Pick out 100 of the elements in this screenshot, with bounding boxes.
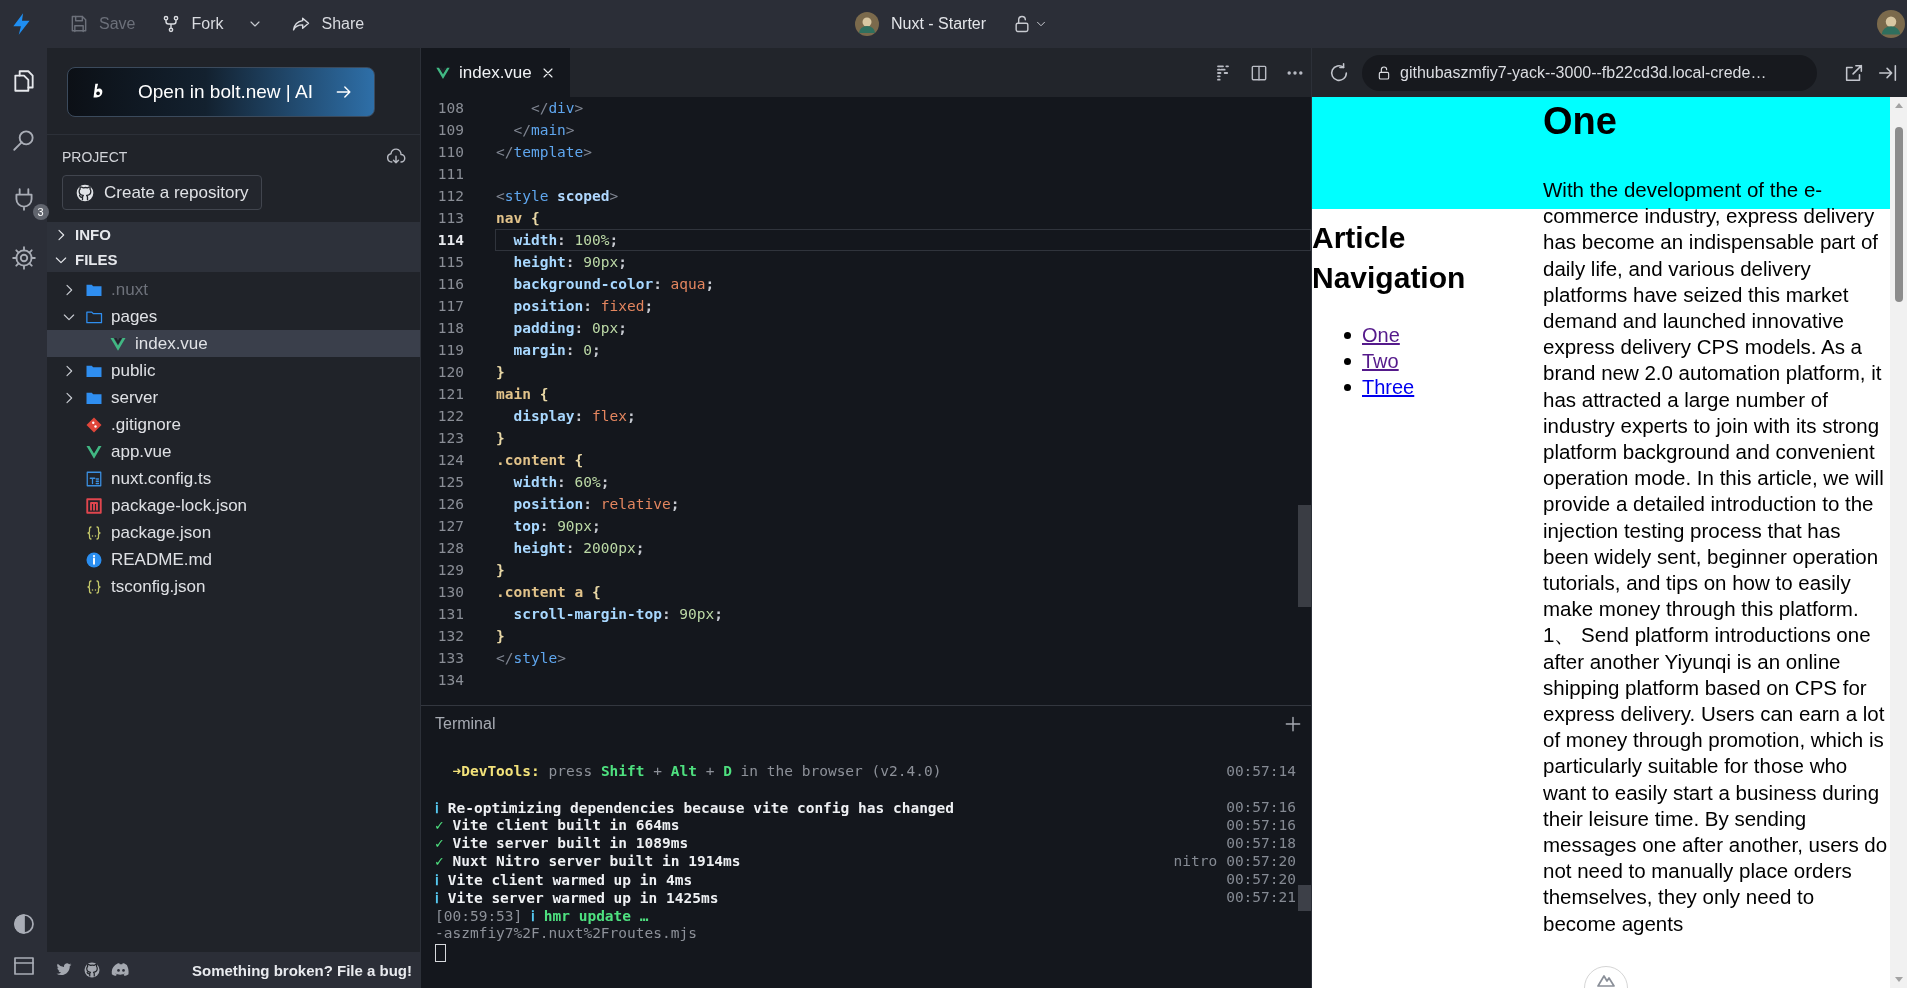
line-number: 117	[436, 298, 464, 314]
line-number: 122	[436, 408, 464, 424]
code-line: </div>	[529, 99, 585, 118]
open-in-bolt-button[interactable]: Open in bolt.new | AI	[67, 67, 375, 117]
line-number: 134	[436, 672, 464, 688]
terminal-line: ℹ Re-optimizing dependencies because vite config has changed	[435, 799, 956, 817]
contrast-icon[interactable]	[11, 912, 36, 936]
timestamp: 00:57:16	[1226, 817, 1296, 833]
terminal-line: [00:59:53] ℹ hmr update …	[435, 907, 650, 925]
code-line: padding: 0px;	[512, 319, 628, 338]
scrollbar-thumb[interactable]	[1894, 127, 1903, 302]
code-line: }	[495, 561, 506, 580]
line-number: 120	[436, 364, 464, 380]
line-number: 129	[436, 562, 464, 578]
tree-item[interactable]: nuxt.config.ts	[47, 465, 420, 492]
tree-item[interactable]: pages	[47, 303, 420, 330]
avatar-icon	[854, 12, 879, 36]
info-icon	[85, 550, 103, 569]
tree-item[interactable]: public	[47, 357, 420, 384]
code-line: }	[495, 627, 506, 646]
braces-icon	[85, 523, 103, 542]
terminal-line: ✓ Vite server built in 1089ms	[435, 835, 690, 851]
share-button[interactable]: Share	[281, 8, 375, 40]
line-number: 116	[436, 276, 464, 292]
fork-button[interactable]: Fork	[151, 8, 234, 40]
panel-icon[interactable]	[11, 954, 36, 978]
line-number: 118	[436, 320, 464, 336]
github-icon[interactable]	[83, 961, 101, 979]
timestamp: 00:57:14	[1226, 763, 1296, 779]
log-tag: nitro	[1173, 853, 1218, 869]
tree-item[interactable]: index.vue	[47, 330, 420, 357]
git-icon	[85, 415, 103, 434]
timestamp: 00:57:20	[1226, 853, 1296, 869]
panel-title: Terminal	[435, 715, 496, 733]
github-icon	[75, 182, 95, 203]
tree-item[interactable]: app.vue	[47, 438, 420, 465]
timestamp: 00:57:18	[1226, 835, 1296, 851]
nav-link[interactable]: Three	[1362, 375, 1415, 399]
bullet	[1344, 331, 1351, 339]
code-line: .content {	[495, 451, 585, 470]
line-number: 113	[436, 210, 464, 226]
line-number: 109	[436, 122, 464, 138]
section-header[interactable]: FILES	[47, 247, 420, 272]
line-number: 123	[436, 430, 464, 446]
line-number: 126	[436, 496, 464, 512]
code-line: width: 60%;	[512, 473, 611, 492]
editor-tab[interactable]: index.vue	[421, 48, 570, 97]
code-line: background-color: aqua;	[512, 275, 716, 294]
plus-icon[interactable]	[1283, 714, 1303, 734]
code-line: }	[495, 363, 506, 382]
code-line: main {	[495, 385, 550, 404]
line-number: 128	[436, 540, 464, 556]
tree-item[interactable]: .gitignore	[47, 411, 420, 438]
scrollbar-thumb[interactable]	[1298, 885, 1311, 911]
line-number: 133	[436, 650, 464, 666]
lock-icon	[1376, 64, 1392, 81]
line-number: 108	[436, 100, 464, 116]
section-heading: Article Navigation	[1312, 220, 1467, 296]
code-line: position: relative;	[512, 495, 681, 514]
code-line: <style scoped>	[495, 187, 620, 206]
refresh-icon[interactable]	[1328, 61, 1350, 84]
terminal-line: -aszmfiy7%2F.nuxt%2Froutes.mjs	[435, 925, 698, 941]
bullet	[1344, 357, 1351, 365]
article-paragraph: With the development of the e-commerce industry, express delivery has become an indispensable part of daily life, and various delivery platforms have seized this market demand and launched innovative express delivery CPS models. As a brand new 2.0 automation platform, it has attracted a large number of industry experts to join with its strong platform background and convenient operation mode. In this article, we will provide a detailed introduction to the injection testing process that has been widely sent, beginner operation tutorials, and tips on how to easily make money through this platform. 1、 Send platform introductions one after another Yiyunqi is an online shipping platform based on CPS for express delivery. Users can earn a lot of money through promotion, which is particularly suitable for those who want to easily start a business during their leisure time. By sending messages one after another, users do not need to manually place orders themselves, they only need to become agents	[1543, 177, 1889, 937]
package-icon	[85, 496, 103, 515]
url-field[interactable]: githubaszmfiy7-yack--3000--fb22cd3d.local-crede…	[1362, 54, 1817, 91]
line-number: 125	[436, 474, 464, 490]
line-number: 130	[436, 584, 464, 600]
nav-link[interactable]: One	[1362, 323, 1400, 347]
line-number: 131	[436, 606, 464, 622]
code-line: position: fixed;	[512, 297, 655, 316]
tree-item[interactable]: README.md	[47, 546, 420, 573]
line-number: 124	[436, 452, 464, 468]
terminal-line: ✓ Vite client built in 664ms	[435, 817, 681, 833]
tree-item[interactable]: server	[47, 384, 420, 411]
nav-link[interactable]: Two	[1362, 349, 1399, 373]
tree-item[interactable]: package.json	[47, 519, 420, 546]
code-line: top: 90px;	[512, 517, 602, 536]
code-line: </main>	[512, 121, 576, 140]
settings-icon[interactable]	[10, 245, 37, 271]
article-heading: One	[1543, 99, 1618, 143]
avatar-icon[interactable]	[1877, 10, 1905, 38]
mountain-icon	[1597, 975, 1615, 987]
line-number: 112	[436, 188, 464, 204]
tree-item[interactable]: package-lock.json	[47, 492, 420, 519]
tree-item[interactable]: tsconfig.json	[47, 573, 420, 600]
line-number: 127	[436, 518, 464, 534]
code-line: scroll-margin-top: 90px;	[512, 605, 724, 624]
code-line: .content a {	[495, 583, 602, 602]
braces-icon	[85, 577, 103, 596]
timestamp: 00:57:21	[1226, 889, 1296, 905]
create-repository-button[interactable]: Create a repository	[62, 175, 262, 210]
code-line: }	[495, 429, 506, 448]
project-title: Nuxt - Starter	[890, 15, 987, 33]
scrollbar-thumb[interactable]	[1298, 505, 1311, 607]
section-header[interactable]: INFO	[47, 222, 420, 247]
timestamp: 00:57:20	[1226, 871, 1296, 887]
code-line: nav {	[495, 209, 541, 228]
search-icon[interactable]	[10, 127, 37, 153]
section-label: PROJECT	[62, 149, 128, 165]
